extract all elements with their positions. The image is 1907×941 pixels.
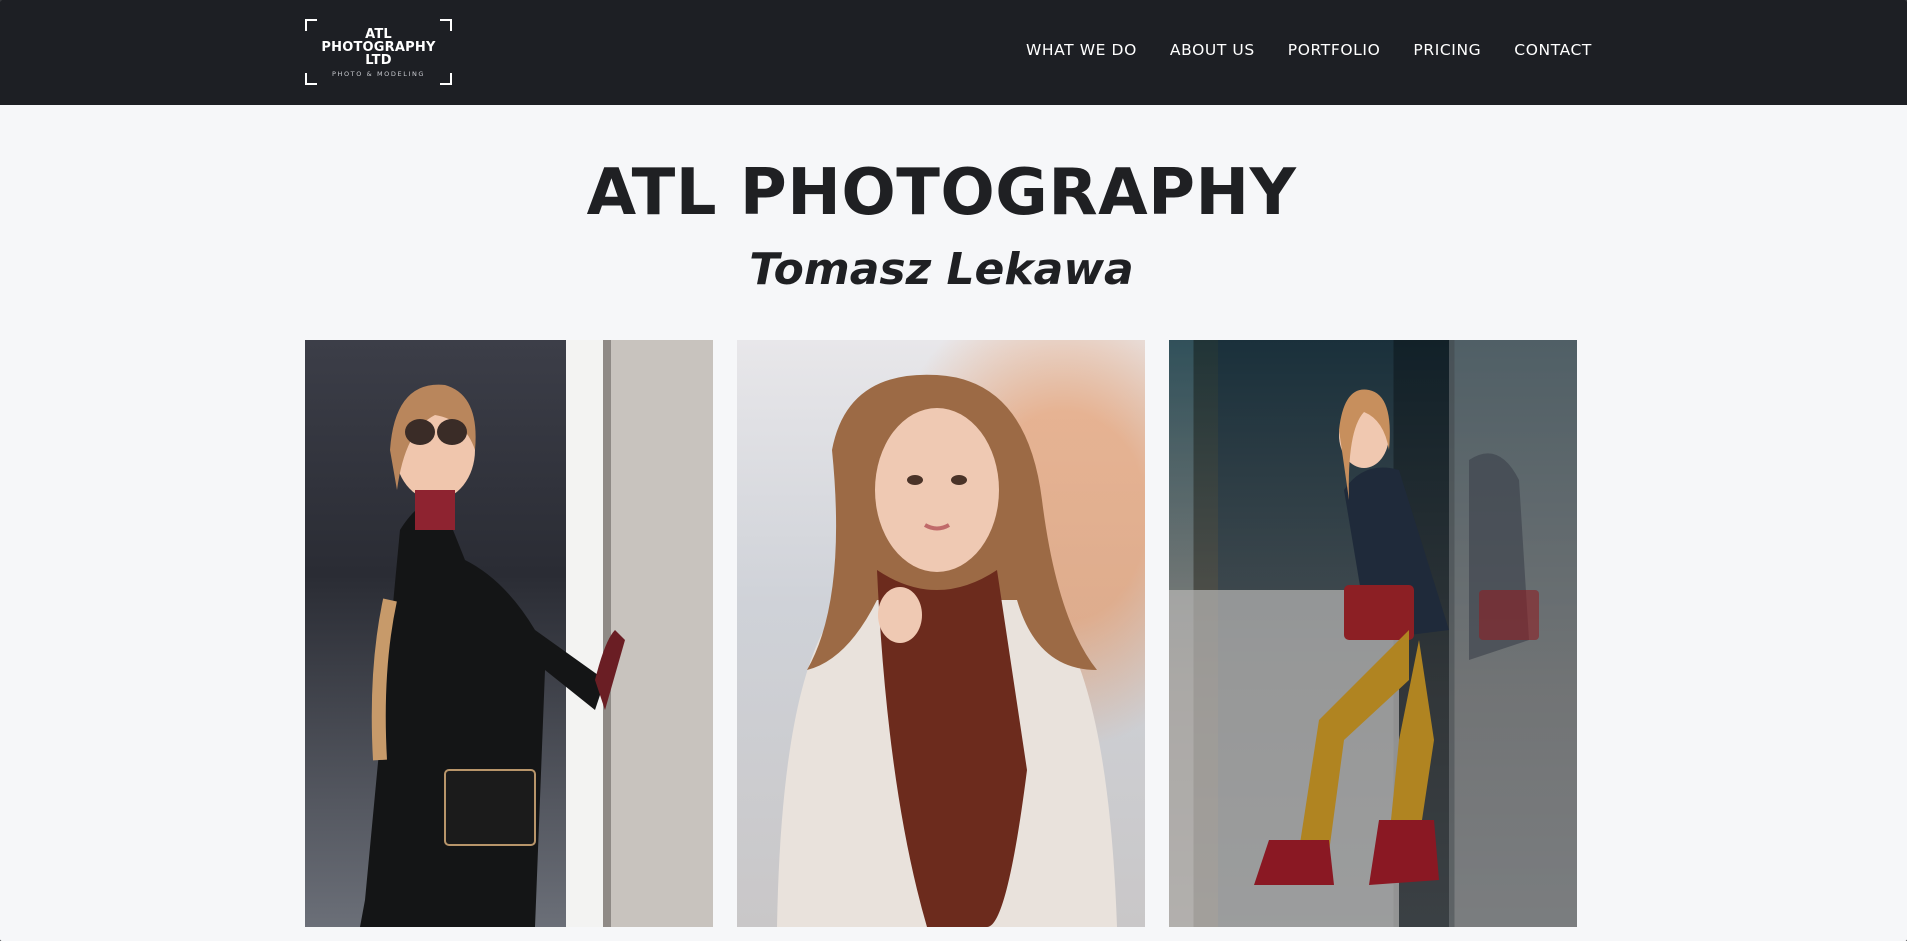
logo-corner xyxy=(305,19,317,31)
site-logo[interactable]: ATL PHOTOGRAPHY LTD PHOTO & MODELING xyxy=(305,19,452,85)
nav-link-pricing[interactable]: PRICING xyxy=(1413,41,1481,59)
gallery-photo-2[interactable] xyxy=(737,340,1145,927)
photographer-name: Tomasz Lekawa xyxy=(749,244,1134,295)
nav-link-portfolio[interactable]: PORTFOLIO xyxy=(1288,41,1381,59)
nav-link-about-us[interactable]: ABOUT US xyxy=(1170,41,1255,59)
photo-illustration xyxy=(1169,340,1577,927)
logo-corner xyxy=(440,73,452,85)
nav-link-what-we-do[interactable]: WHAT WE DO xyxy=(1026,41,1137,59)
gallery-photo-1[interactable] xyxy=(305,340,713,927)
nav-link-contact[interactable]: CONTACT xyxy=(1514,41,1592,59)
gallery-photo-3[interactable] xyxy=(1169,340,1577,927)
photo-illustration xyxy=(777,374,1117,927)
main-nav: WHAT WE DO ABOUT US PORTFOLIO PRICING CO… xyxy=(1026,41,1592,59)
navbar: ATL PHOTOGRAPHY LTD PHOTO & MODELING WHA… xyxy=(0,0,1907,105)
logo-tagline: PHOTO & MODELING xyxy=(331,70,426,78)
photo-illustration xyxy=(360,384,625,927)
logo-text-line3: LTD xyxy=(365,53,392,68)
page: ATL PHOTOGRAPHY LTD PHOTO & MODELING WHA… xyxy=(0,0,1907,941)
logo-corner xyxy=(305,73,317,85)
logo-corner xyxy=(440,19,452,31)
page-title: ATL PHOTOGRAPHY xyxy=(586,156,1297,230)
